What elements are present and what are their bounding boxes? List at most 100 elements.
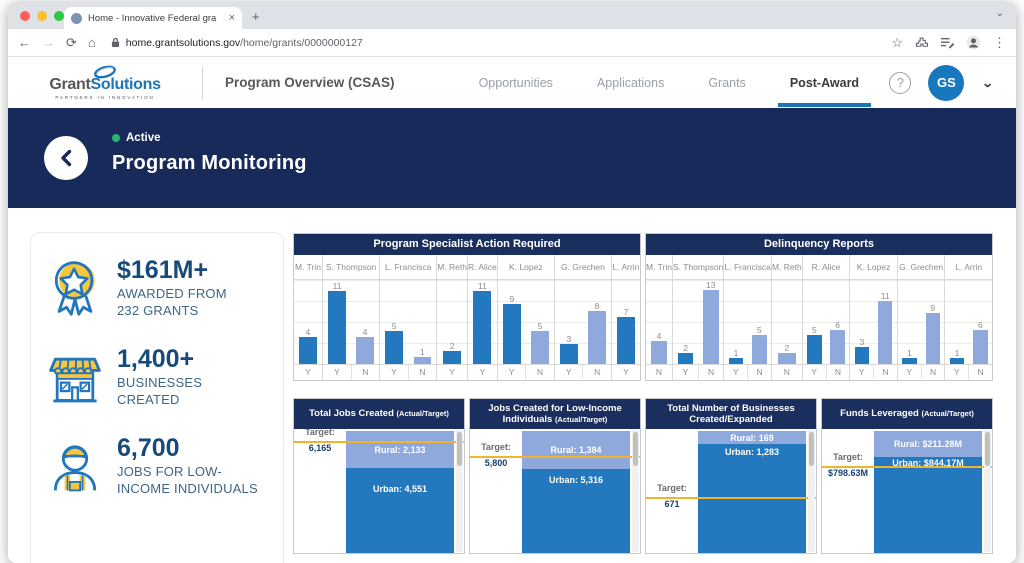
bar-slot: 3 [555,280,583,364]
tab-opportunities[interactable]: Opportunities [479,59,553,107]
back-icon[interactable]: ← [18,35,31,50]
bar-value-label: 2 [784,342,790,353]
bar[interactable] [830,330,845,364]
window-controls[interactable] [20,11,64,21]
bar-slot: 9 [921,280,944,364]
bar[interactable] [531,331,549,364]
forward-icon[interactable]: → [42,35,55,50]
bar[interactable] [299,337,317,364]
group-axis: YN [945,364,992,379]
group-axis: YN [380,364,437,379]
axis-label: Y [732,367,739,377]
browser-tab[interactable]: Home - Innovative Federal gra × [64,7,242,29]
chart-group: S. Thompson 2 13 Y N [672,255,725,380]
browser-menu-icon[interactable]: ⋮ [993,35,1006,51]
stacked-bar[interactable]: Rural: 2,133 Urban: 4,551 [346,431,454,553]
bar[interactable] [617,317,635,364]
back-button[interactable] [44,136,88,180]
app-header: GrantSolutions PARTNERS IN INNOVATION Pr… [8,57,1016,108]
bar[interactable] [877,301,893,364]
bar[interactable] [328,291,346,364]
scrollbar-thumb[interactable] [633,432,638,466]
user-avatar[interactable]: GS [928,64,965,101]
chart-title: Funds Leveraged (Actual/Target) [822,399,992,429]
bar[interactable] [702,290,719,364]
chart-scrollbar[interactable] [984,430,991,552]
tab-post-award[interactable]: Post-Award [777,59,872,107]
tab-close-icon[interactable]: × [229,12,235,24]
axis-label: Y [479,367,486,377]
bar[interactable] [588,311,606,364]
scrollbar-thumb[interactable] [457,432,462,466]
tab-favicon [71,12,82,24]
program-overview-label[interactable]: Program Overview (CSAS) [225,75,395,90]
group-name-label: K. Lopez [850,255,897,280]
stacked-bar[interactable]: Rural: 1,384 Urban: 5,316 [522,431,630,553]
scrollbar-thumb[interactable] [985,432,990,466]
chart-panel-1: Program Specialist Action Required M. Tri… [293,233,641,381]
bar[interactable] [925,313,940,364]
group-axis: YN [724,364,771,379]
logo-tagline: PARTNERS IN INNOVATION [55,95,155,100]
home-icon[interactable]: ⌂ [88,35,96,50]
bar[interactable] [752,335,767,364]
bar-slot: 1 [724,280,747,364]
group-axis: YN [497,364,554,379]
bar[interactable] [473,291,492,364]
chart-scrollbar[interactable] [632,430,639,552]
bar[interactable] [854,347,870,364]
address-bar[interactable]: home.grantsolutions.gov/home/grants/0000… [111,37,881,49]
bar[interactable] [356,337,374,364]
bar[interactable] [677,353,694,364]
account-chevron-down-icon[interactable]: ⌄ [981,75,994,90]
bar[interactable] [807,335,822,364]
grantsolutions-logo[interactable]: GrantSolutions PARTNERS IN INNOVATION [30,65,180,100]
stat-label: JOBS FOR LOW- INCOME INDIVIDUALS [117,464,258,497]
bar[interactable] [560,344,578,364]
bar-slot: 5 [526,280,554,364]
chart-scrollbar[interactable] [808,430,815,552]
bookmark-star-icon[interactable]: ☆ [891,35,903,51]
bar-slot: 2 [772,280,802,364]
reload-icon[interactable]: ⟳ [66,35,77,51]
bar[interactable] [503,304,521,364]
stat-value: 6,700 [117,434,180,463]
bar-value-label: 2 [449,340,455,351]
target-value: 671 [664,499,680,509]
stat-item: 6,700 JOBS FOR LOW- INCOME INDIVIDUALS [45,435,273,498]
urban-segment: Urban: $844.17M [874,457,982,553]
new-tab-button[interactable]: + [252,9,260,24]
bar[interactable] [973,330,988,364]
bar-slot: 3 [850,280,873,364]
extensions-puzzle-icon[interactable] [915,36,928,49]
chart-group: L. Arrin 7 Y [611,255,640,380]
tab-grants[interactable]: Grants [708,59,746,107]
chart-scrollbar[interactable] [456,430,463,552]
help-icon[interactable]: ? [889,71,912,94]
bar-slot: 1 [408,280,436,364]
profile-avatar-icon[interactable] [966,35,981,50]
zoom-window-button[interactable] [54,11,64,21]
summary-stats-card: $161M+ AWARDED FROM 232 GRANTS 1,400+ BUSIN… [30,232,284,563]
chart-plot: M. Trin 4 Y S. Thompson 11 4 Y N L. Francisca 5 1 Y… [294,255,640,380]
close-window-button[interactable] [20,11,30,21]
urban-value-label: Urban: 4,551 [372,484,428,494]
stacked-bar[interactable]: Rural: 169 Urban: 1,283 [698,431,806,553]
bar-value-label: 6 [835,319,840,330]
notes-icon[interactable] [940,37,954,49]
tabstrip-chevron-icon[interactable]: ⌄ [996,8,1004,19]
bar-value-label: 4 [362,326,368,337]
tab-applications[interactable]: Applications [597,59,664,107]
scrollbar-thumb[interactable] [809,432,814,466]
bar[interactable] [650,341,668,364]
chart-panel-2: Delinquency Reports M. Trin 4 N S. Thompson 2… [645,233,993,381]
bar[interactable] [442,351,462,364]
url-path: /home/grants/0000000127 [240,36,363,49]
bar[interactable] [413,357,431,364]
bar[interactable] [777,353,797,364]
group-name-label: L. Arrin [945,255,992,280]
stacked-bar[interactable]: Rural: $211.28M Urban: $844.17M [874,431,982,553]
bar[interactable] [385,331,403,364]
axis-label: N [407,365,437,379]
minimize-window-button[interactable] [37,11,47,21]
